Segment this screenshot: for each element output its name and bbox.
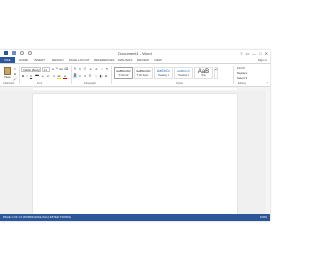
maximize-icon[interactable]: □ — [259, 50, 261, 57]
justify-icon[interactable]: ☰ — [88, 74, 92, 78]
clipboard-group-label: Clipboard — [3, 82, 15, 85]
subscript-icon[interactable]: x₂ — [41, 74, 45, 78]
style-name: ¶ Normal — [118, 74, 129, 77]
text-effects-icon[interactable]: A — [52, 74, 56, 78]
collapse-ribbon-icon[interactable]: ^ — [267, 82, 268, 85]
styles-group-label: Styles — [176, 82, 184, 85]
separator — [19, 66, 20, 84]
style-normal[interactable]: AaBbCcDc ¶ Normal — [114, 67, 133, 79]
bullets-icon[interactable]: ☰ — [73, 67, 77, 71]
style-name: ¶ No Spac... — [136, 74, 151, 77]
style-name: Heading 2 — [178, 74, 189, 77]
paste-button[interactable]: Paste — [3, 66, 12, 80]
style-name: Title — [201, 74, 206, 77]
styles-scroll[interactable]: ▴▾ — [214, 67, 218, 79]
tab-page-layout[interactable]: PAGE LAYOUT — [69, 57, 90, 63]
clear-formatting-icon[interactable]: ⌫ — [64, 67, 68, 71]
underline-icon[interactable]: U — [29, 74, 33, 78]
tab-view[interactable]: VIEW — [154, 57, 162, 63]
copy-icon[interactable]: ⧉ — [13, 72, 17, 76]
find-button[interactable]: Find ▾ — [237, 66, 245, 70]
borders-icon[interactable]: ⊞ — [104, 74, 108, 78]
numbering-icon[interactable]: ≡ — [78, 67, 82, 71]
format-painter-icon[interactable]: 🖌 — [13, 77, 17, 81]
sort-icon[interactable]: ↕ — [100, 67, 104, 71]
close-icon[interactable]: ✕ — [265, 50, 268, 57]
style-title[interactable]: AaB Title — [194, 67, 213, 79]
paragraph-group-label: Paragraph — [84, 82, 97, 85]
font-name-box[interactable]: Calibri (Body) — [21, 67, 41, 72]
vertical-scrollbar[interactable] — [266, 91, 270, 214]
tab-insert[interactable]: INSERT — [34, 57, 45, 63]
highlight-icon[interactable]: ab — [57, 74, 61, 79]
tab-review[interactable]: REVIEW — [137, 57, 149, 63]
replace-button[interactable]: Replace — [237, 71, 247, 75]
align-right-icon[interactable]: ≡ — [83, 74, 87, 78]
line-spacing-icon[interactable]: ↕ — [94, 74, 98, 78]
clipboard-icon — [4, 67, 11, 75]
title-bar: Document1 - Word ? ▭ — □ ✕ — [0, 50, 270, 57]
increase-indent-icon[interactable]: ⇥ — [94, 67, 98, 71]
window-controls: ? ▭ — □ ✕ — [240, 50, 268, 57]
paste-label: Paste — [4, 76, 11, 79]
style-no-spacing[interactable]: AaBbCcDc ¶ No Spac... — [134, 67, 153, 79]
separator — [233, 66, 234, 84]
ruler-page-area — [33, 88, 237, 90]
select-button[interactable]: Select ▾ — [237, 76, 247, 80]
window-title: Document1 - Word — [118, 51, 152, 56]
change-case-icon[interactable]: Aa — [59, 67, 63, 71]
minimize-icon[interactable]: — — [252, 50, 256, 57]
font-size-box[interactable]: 11 — [42, 67, 50, 72]
decrease-indent-icon[interactable]: ⇤ — [89, 67, 93, 71]
separator — [71, 66, 72, 84]
tab-home[interactable]: HOME — [19, 57, 28, 63]
help-icon[interactable]: ? — [240, 50, 242, 57]
tab-references[interactable]: REFERENCES — [94, 57, 115, 63]
status-text[interactable]: PAGE 1 OF 1 0 WORDS ENGLISH (UNITED STAT… — [3, 214, 71, 221]
tab-file[interactable]: FILE — [0, 57, 15, 63]
font-color-icon[interactable]: A — [63, 74, 67, 79]
word-window: Document1 - Word ? ▭ — □ ✕ FILE HOME INS… — [0, 50, 270, 221]
style-heading-2[interactable]: AaBbCcC Heading 2 — [174, 67, 193, 79]
ribbon-home: Paste ✂ ⧉ 🖌 Clipboard Calibri (Body) 11 … — [0, 64, 270, 87]
ribbon-display-icon[interactable]: ▭ — [245, 50, 249, 57]
show-formatting-icon[interactable]: ¶ — [105, 67, 109, 71]
shading-icon[interactable]: ◧ — [99, 74, 103, 78]
font-group-label: Font — [37, 82, 43, 85]
strikethrough-icon[interactable]: abc — [34, 74, 40, 78]
zoom-level[interactable]: 100% — [260, 214, 267, 221]
document-canvas — [0, 91, 270, 214]
align-left-icon[interactable]: ≣ — [73, 74, 77, 78]
separator — [111, 66, 112, 84]
align-center-icon[interactable]: ≡ — [78, 74, 82, 78]
cut-icon[interactable]: ✂ — [13, 67, 17, 71]
tab-mailings[interactable]: MAILINGS — [118, 57, 132, 63]
multilevel-list-icon[interactable]: ☷ — [83, 67, 87, 71]
superscript-icon[interactable]: x² — [46, 74, 50, 78]
style-heading-1[interactable]: AaBbCc Heading 1 — [154, 67, 173, 79]
editing-group-label: Editing — [238, 82, 246, 85]
document-page[interactable] — [33, 94, 237, 214]
status-bar: PAGE 1 OF 1 0 WORDS ENGLISH (UNITED STAT… — [0, 214, 270, 221]
tab-design[interactable]: DESIGN — [52, 57, 64, 63]
sign-in-link[interactable]: Sign in — [258, 57, 267, 63]
ribbon-tabs: FILE HOME INSERT DESIGN PAGE LAYOUT REFE… — [0, 57, 270, 64]
style-name: Heading 1 — [158, 74, 169, 77]
